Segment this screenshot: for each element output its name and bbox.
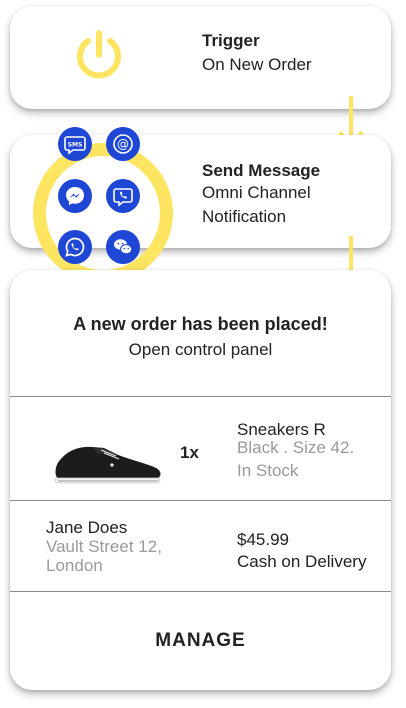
send-message-title: Send Message xyxy=(202,161,321,180)
customer-address: Vault Street 12, London xyxy=(46,537,162,575)
divider xyxy=(10,396,391,397)
trigger-card[interactable]: Trigger On New Order xyxy=(10,6,391,109)
product-name: Sneakers R xyxy=(237,420,326,439)
item-quantity: 1x xyxy=(180,443,199,462)
svg-text:@: @ xyxy=(117,137,129,151)
power-icon xyxy=(77,30,121,79)
email-at-icon: @ xyxy=(106,127,140,161)
payment-method: Cash on Delivery xyxy=(237,552,367,571)
whatsapp-icon xyxy=(58,230,92,264)
sneaker-image xyxy=(54,446,161,484)
customer-name: Jane Does xyxy=(46,518,128,537)
send-message-line2: Notification xyxy=(202,207,287,226)
viber-icon xyxy=(106,179,140,213)
sms-icon: SMS xyxy=(58,127,92,161)
manage-button[interactable]: MANAGE xyxy=(10,592,391,690)
trigger-title: Trigger xyxy=(202,31,260,50)
channel-ring xyxy=(33,143,173,283)
wechat-icon xyxy=(106,230,140,264)
divider xyxy=(10,500,391,501)
open-control-panel-link[interactable]: Open control panel xyxy=(10,340,391,360)
trigger-event: On New Order xyxy=(202,55,312,74)
order-title: A new order has been placed! xyxy=(73,314,328,334)
product-variant: Black . Size 42. xyxy=(237,438,355,457)
messenger-icon xyxy=(58,179,92,213)
order-card: A new order has been placed! Open contro… xyxy=(10,270,391,690)
send-message-line1: Omni Channel xyxy=(202,183,311,202)
product-stock: In Stock xyxy=(237,461,299,480)
send-message-card[interactable]: SMS @ Send Message Omni Channel Notifica… xyxy=(10,127,391,283)
order-price: $45.99 xyxy=(237,530,289,549)
svg-text:SMS: SMS xyxy=(68,142,83,149)
